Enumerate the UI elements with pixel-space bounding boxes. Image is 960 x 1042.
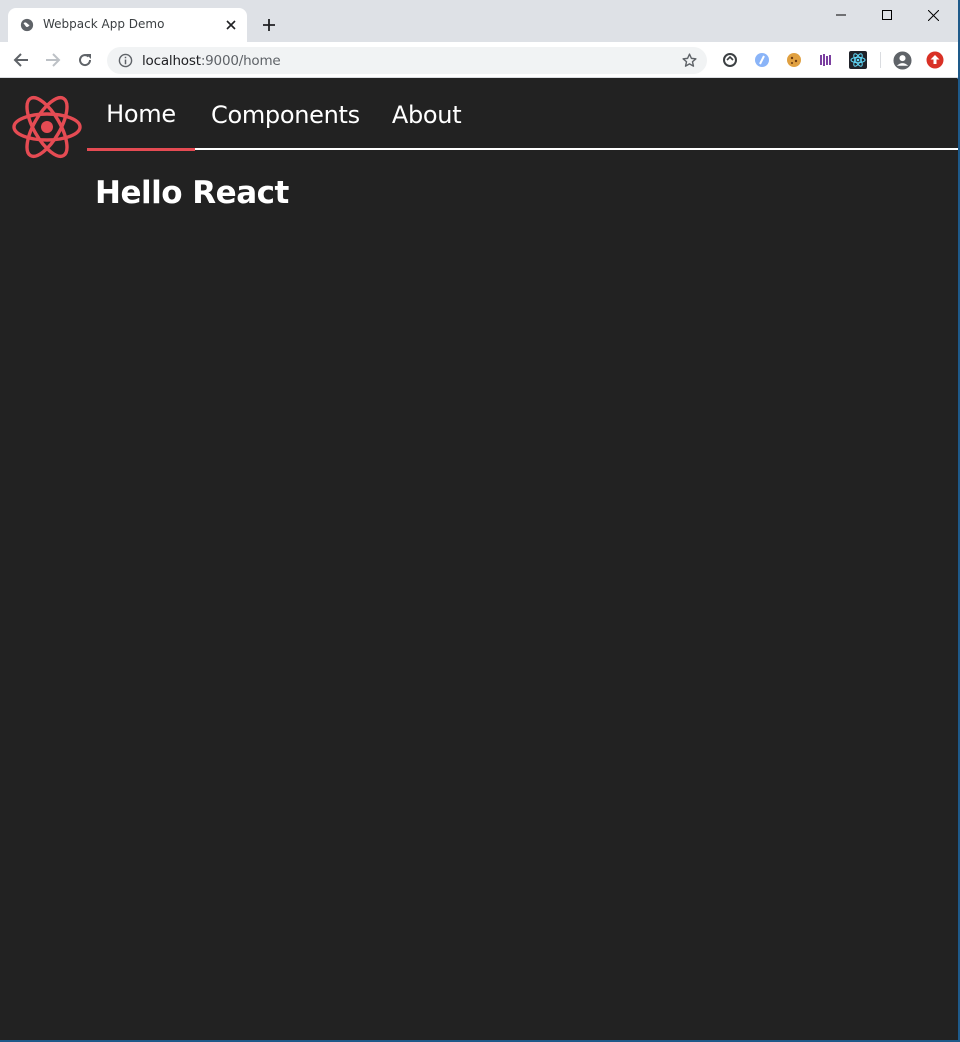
close-tab-icon[interactable] [222,16,240,34]
main-nav: Home Components About [87,79,477,151]
arrow-right-icon [46,53,61,67]
address-bar[interactable]: localhost:9000/home [107,47,707,74]
extension-sync-icon[interactable] [721,51,739,69]
arrow-left-icon [13,53,28,67]
close-icon [927,9,939,21]
close-window-button[interactable] [910,4,956,26]
maximize-icon [882,10,892,20]
bookmark-star-icon[interactable] [681,52,698,69]
reload-icon [79,54,92,67]
tab-strip: Webpack App Demo [0,0,958,42]
tab-title: Webpack App Demo [43,17,165,31]
reload-button[interactable] [73,49,97,71]
browser-toolbar: localhost:9000/home [0,42,958,78]
react-logo-icon[interactable] [11,92,83,162]
plus-icon [263,19,275,31]
url-host: localhost [142,53,201,69]
url-path: :9000/home [200,53,281,69]
update-arrow-icon[interactable] [926,51,944,69]
browser-tab[interactable]: Webpack App Demo [8,8,247,42]
extension-blue-icon[interactable] [753,51,771,69]
info-icon[interactable] [118,53,133,68]
nav-divider [195,148,958,150]
extension-bars-icon[interactable] [817,51,835,69]
minimize-icon [836,14,846,16]
page-title: Hello React [95,175,289,211]
toolbar-separator [880,52,881,68]
new-tab-button[interactable] [259,15,279,35]
nav-components[interactable]: Components [195,79,376,151]
nav-home[interactable]: Home [87,79,195,151]
maximize-button[interactable] [864,4,910,26]
nav-about[interactable]: About [376,79,477,151]
browser-window: Webpack App Demo localhost:9000/home Hom… [0,0,958,1040]
page-content: Home Components About Hello React [0,79,958,1040]
minimize-button[interactable] [818,4,864,26]
forward-button[interactable] [41,49,65,71]
url-text[interactable]: localhost:9000/home [142,53,281,69]
back-button[interactable] [9,49,33,71]
extension-cookie-icon[interactable] [785,51,803,69]
profile-avatar-icon[interactable] [893,51,912,70]
extension-react-devtools-icon[interactable] [849,51,867,69]
globe-icon [20,18,34,32]
